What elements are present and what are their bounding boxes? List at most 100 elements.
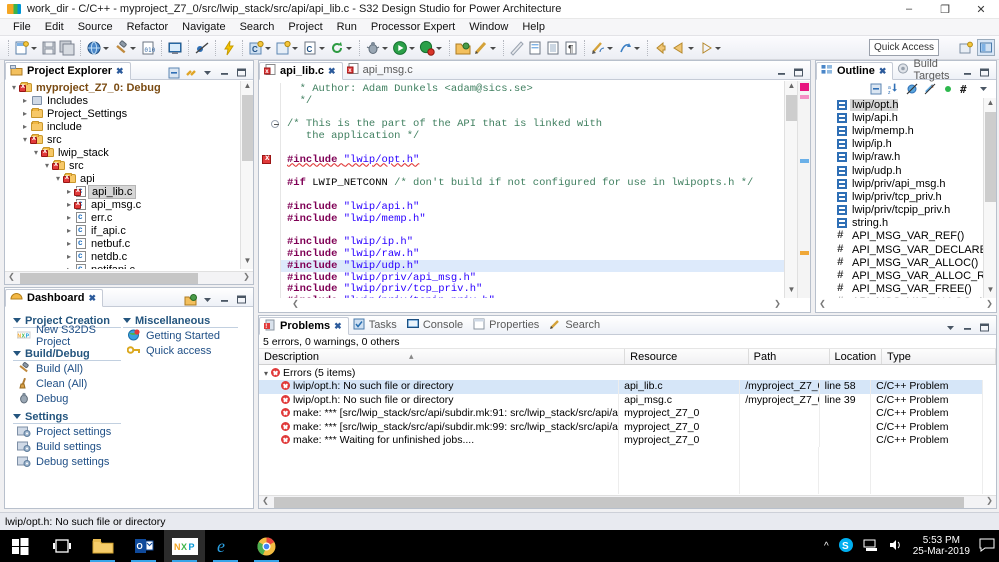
dashboard-link[interactable]: Getting Started [123, 328, 238, 343]
tab-project-explorer[interactable]: Project Explorer ✖ [5, 62, 131, 80]
menu-edit[interactable]: Edit [38, 19, 71, 36]
problems-column-headers[interactable]: Description ▴ Resource Path Location Type [259, 349, 997, 365]
scroll-down-icon[interactable]: ▼ [241, 256, 254, 269]
scroll-up-icon[interactable]: ▲ [984, 98, 997, 111]
build-all-button[interactable] [85, 37, 112, 59]
code-line[interactable]: * Author: Adam Dunkels <adam@sics.se> [259, 83, 784, 95]
project-tree-hscrollbar[interactable]: ❮ ❯ [5, 271, 253, 284]
editor-gutter[interactable] [259, 106, 281, 119]
tree-item[interactable]: ▾ myproject_Z7_0: Debug [5, 81, 240, 94]
new-class-button[interactable] [274, 37, 301, 59]
outline-item[interactable]: lwip/udp.h [816, 164, 983, 177]
editor-gutter[interactable] [259, 189, 281, 201]
tab-console[interactable]: Console [403, 316, 469, 334]
scroll-right-icon[interactable]: ❯ [240, 272, 253, 285]
network-icon[interactable] [863, 538, 879, 555]
chevron-right-icon[interactable]: ▸ [20, 109, 30, 118]
tab-build-targets[interactable]: Build Targets [893, 58, 961, 82]
column-header-resource[interactable]: Resource [625, 349, 749, 364]
outline-item[interactable]: string.h [816, 217, 983, 230]
menu-window[interactable]: Window [462, 19, 515, 36]
tree-item[interactable]: ▸ netifapi.c [5, 263, 240, 269]
editor-gutter[interactable] [259, 259, 281, 272]
project-tree-vscrollbar[interactable]: ▲ ▼ [240, 81, 253, 269]
tab-properties[interactable]: Properties [469, 316, 545, 334]
problems-group-row[interactable]: ▾ Errors (5 items) [259, 367, 983, 381]
back-history-button[interactable] [670, 37, 697, 59]
error-marker-icon[interactable]: x [262, 153, 271, 164]
tab-tasks[interactable]: Tasks [349, 316, 403, 334]
minimize-icon[interactable] [961, 321, 974, 334]
chrome-button[interactable] [246, 530, 287, 562]
problems-table[interactable]: ▾ Errors (5 items) lwip/opt.h: No such fil… [259, 367, 983, 494]
open-include-button[interactable] [454, 37, 472, 59]
menu-project[interactable]: Project [281, 19, 329, 36]
skype-icon[interactable]: S [838, 537, 854, 556]
toggle-block-button[interactable] [544, 37, 562, 59]
scroll-left-icon[interactable]: ❮ [289, 299, 302, 312]
info-marker[interactable] [800, 159, 809, 163]
occurrence-marker[interactable] [800, 95, 809, 99]
code-line[interactable]: #include "lwip/raw.h" [259, 248, 784, 260]
chevron-right-icon[interactable]: ▸ [64, 265, 74, 269]
maximize-icon[interactable] [235, 293, 248, 306]
scroll-right-icon[interactable]: ❯ [771, 299, 784, 312]
problems-row[interactable]: make: *** [src/lwip_stack/src/api/subdir… [259, 407, 983, 421]
outline-item[interactable]: lwip/api.h [816, 111, 983, 124]
tab-search[interactable]: Search [545, 316, 606, 334]
maximize-button[interactable]: ❐ [927, 0, 963, 19]
search-decl-button[interactable] [472, 37, 499, 59]
build-project-button[interactable] [112, 37, 139, 59]
fold-collapse-icon[interactable] [271, 120, 279, 129]
dashboard-link[interactable]: Debug [13, 391, 121, 406]
hide-static-icon[interactable]: s [923, 82, 936, 95]
editor-tab-api_lib-c[interactable]: cx api_lib.c✖ [259, 62, 343, 80]
vscroll-thumb[interactable] [985, 112, 996, 202]
close-icon[interactable]: ✖ [116, 66, 124, 77]
tree-item[interactable]: ▾ api [5, 172, 240, 185]
close-icon[interactable]: ✖ [88, 293, 96, 304]
tree-item[interactable]: ▾ lwip_stack [5, 146, 240, 159]
problems-row[interactable]: lwip/opt.h: No such file or directory api… [259, 380, 983, 394]
scroll-right-icon[interactable]: ❯ [983, 496, 996, 509]
tree-item[interactable]: ▸ Includes [5, 94, 240, 107]
forward-button[interactable] [697, 37, 724, 59]
hide-nonpublic-icon[interactable] [941, 82, 954, 95]
problems-row[interactable]: lwip/opt.h: No such file or directory api… [259, 393, 983, 408]
menu-search[interactable]: Search [233, 19, 282, 36]
tree-item[interactable]: ▸ include [5, 120, 240, 133]
outlook-button[interactable]: O [123, 530, 164, 562]
outline-hscrollbar[interactable]: ❮ ❯ [816, 299, 996, 312]
action-center-icon[interactable] [979, 538, 995, 555]
dashboard-link[interactable]: Debug settings [13, 454, 121, 469]
dashboard-link[interactable]: Project settings [13, 424, 121, 439]
menu-refactor[interactable]: Refactor [120, 19, 176, 36]
profile-button[interactable] [418, 37, 445, 59]
warning-marker[interactable] [800, 251, 809, 255]
code-line[interactable]: */ [259, 95, 784, 107]
outline-vscrollbar[interactable]: ▲ ▼ [983, 98, 996, 298]
scroll-left-icon[interactable]: ❮ [259, 496, 272, 509]
outline-item[interactable]: # API_MSG_VAR_FREE() [816, 283, 983, 296]
code-line[interactable] [259, 106, 784, 119]
outline-item[interactable]: lwip/ip.h [816, 138, 983, 151]
editor-gutter[interactable] [259, 83, 281, 95]
outline-item[interactable]: #API_MSG_VAR_ALLOC_ACCEPTD [816, 296, 983, 298]
code-line[interactable]: /* This is the part of the API that is l… [259, 118, 784, 130]
error-marker[interactable] [800, 83, 809, 91]
new-c-file-button[interactable]: C [301, 37, 328, 59]
hscroll-thumb[interactable] [20, 273, 198, 284]
chevron-right-icon[interactable]: ▸ [64, 239, 74, 248]
code-line[interactable] [259, 224, 784, 237]
new-project-icon[interactable] [184, 293, 197, 306]
code-line[interactable]: #include "lwip/priv/tcp_priv.h" [259, 283, 784, 295]
back-button[interactable] [652, 37, 670, 59]
editor-gutter[interactable] [259, 236, 281, 249]
chevron-right-icon[interactable]: ▸ [64, 187, 74, 196]
editor-gutter[interactable] [259, 141, 281, 154]
dashboard-group-header[interactable]: Settings [13, 410, 121, 424]
show-hidden-icons-icon[interactable]: ^ [824, 541, 829, 552]
new-c-project-button[interactable]: C [247, 37, 274, 59]
chevron-right-icon[interactable]: ▸ [20, 122, 30, 131]
quick-access-field[interactable]: Quick Access [869, 39, 939, 56]
